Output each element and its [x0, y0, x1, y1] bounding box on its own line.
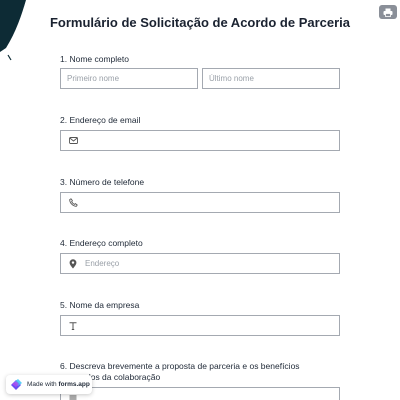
proposal-label: 6. Descreva brevemente a proposta de par… [60, 361, 300, 382]
address-input[interactable] [85, 254, 339, 273]
company-field[interactable] [60, 315, 340, 336]
made-with-text: Made with forms.app [27, 381, 90, 388]
location-pin-icon [67, 258, 79, 270]
last-name-field[interactable] [202, 68, 340, 89]
address-field[interactable] [60, 253, 340, 274]
text-lines-icon [67, 393, 79, 400]
phone-icon [67, 197, 79, 209]
email-field[interactable] [60, 130, 340, 151]
first-name-input[interactable] [67, 69, 197, 88]
phone-field[interactable] [60, 192, 340, 213]
mail-icon [67, 135, 79, 147]
forms-app-logo-icon [11, 379, 22, 390]
address-label: 4. Endereço completo [60, 238, 143, 248]
proposal-input[interactable] [85, 393, 339, 400]
proposal-field[interactable] [60, 387, 340, 400]
made-with-prefix: Made with [27, 381, 57, 388]
company-input[interactable] [85, 316, 339, 335]
made-with-badge[interactable]: Made with forms.app [6, 375, 92, 394]
first-name-field[interactable] [60, 68, 198, 89]
phone-label: 3. Número de telefone [60, 177, 145, 187]
last-name-input[interactable] [209, 69, 339, 88]
email-label: 2. Endereço de email [60, 115, 141, 125]
form-title: Formulário de Solicitação de Acordo de P… [49, 15, 351, 30]
full-name-label: 1. Nome completo [60, 54, 129, 64]
corner-decoration [0, 0, 26, 61]
forms-app-brand: forms.app [58, 381, 90, 388]
phone-input[interactable] [85, 193, 339, 212]
company-label: 5. Nome da empresa [60, 300, 140, 310]
text-icon [67, 320, 79, 332]
email-input[interactable] [85, 131, 339, 150]
